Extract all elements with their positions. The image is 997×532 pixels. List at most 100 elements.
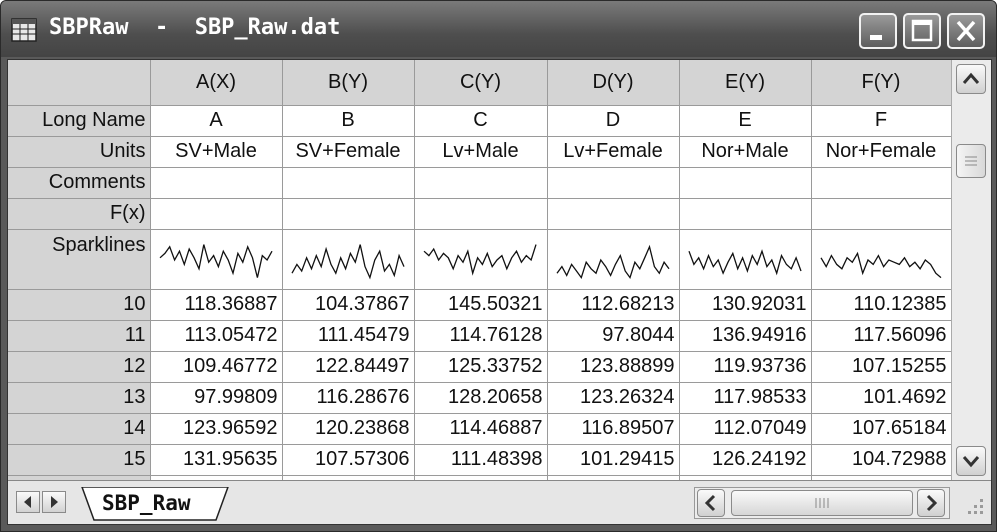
data-cell[interactable]: 122.84497 [282, 351, 415, 383]
formula-cell[interactable] [414, 198, 548, 230]
units-cell[interactable]: SV+Male [150, 136, 283, 168]
data-cell[interactable]: 120.23868 [282, 413, 415, 445]
horizontal-scroll-thumb[interactable] [731, 490, 913, 516]
column-header-e[interactable]: E(Y) [679, 60, 812, 106]
comments-cell[interactable] [679, 167, 812, 199]
data-cell[interactable]: 101.4692 [811, 382, 952, 414]
row-index-header[interactable]: 13 [8, 382, 151, 414]
sparkline-cell[interactable] [547, 229, 680, 290]
column-header-b[interactable]: B(Y) [282, 60, 415, 106]
row-label-units[interactable]: Units [8, 136, 151, 168]
comments-cell[interactable] [282, 167, 415, 199]
formula-cell[interactable] [679, 198, 812, 230]
data-cell[interactable]: 131.95635 [150, 444, 283, 476]
data-cell[interactable]: 114.46887 [414, 413, 548, 445]
data-cell[interactable]: 104.72988 [811, 444, 952, 476]
data-cell[interactable]: 119.93736 [679, 351, 812, 383]
units-cell[interactable]: Lv+Female [547, 136, 680, 168]
long-name-cell[interactable]: A [150, 105, 283, 137]
data-cell[interactable]: 116.28676 [282, 382, 415, 414]
data-cell[interactable]: 113.05472 [150, 320, 283, 352]
column-header-d[interactable]: D(Y) [547, 60, 680, 106]
units-cell[interactable]: SV+Female [282, 136, 415, 168]
data-cell[interactable]: 118.36887 [150, 289, 283, 321]
units-cell[interactable]: Nor+Female [811, 136, 952, 168]
title-bar[interactable]: SBPRaw - SBP_Raw.dat [1, 1, 996, 57]
data-cell[interactable]: 117.56096 [811, 320, 952, 352]
row-index-header[interactable]: 15 [8, 444, 151, 476]
data-cell[interactable]: 109.46772 [150, 351, 283, 383]
sparkline-cell[interactable] [282, 229, 415, 290]
row-label-comments[interactable]: Comments [8, 167, 151, 199]
next-sheet-button[interactable] [42, 491, 66, 513]
formula-cell[interactable] [547, 198, 680, 230]
sparkline-cell[interactable] [679, 229, 812, 290]
data-cell[interactable]: 123.96592 [150, 413, 283, 445]
row-index-header[interactable]: 11 [8, 320, 151, 352]
long-name-cell[interactable]: F [811, 105, 952, 137]
data-cell[interactable]: 112.68213 [547, 289, 680, 321]
formula-cell[interactable] [150, 198, 283, 230]
comments-cell[interactable] [150, 167, 283, 199]
units-cell[interactable]: Lv+Male [414, 136, 548, 168]
column-header-f[interactable]: F(Y) [811, 60, 952, 106]
data-cell[interactable]: 123.26324 [547, 382, 680, 414]
data-cell[interactable]: 117.98533 [679, 382, 812, 414]
scroll-left-button[interactable] [697, 489, 725, 517]
sheet-tab-sbp-raw[interactable]: SBP_Raw [80, 487, 240, 521]
vertical-scrollbar[interactable] [951, 60, 991, 480]
long-name-cell[interactable]: E [679, 105, 812, 137]
sparkline-cell[interactable] [811, 229, 952, 290]
long-name-cell[interactable]: C [414, 105, 548, 137]
data-cell[interactable]: 114.76128 [414, 320, 548, 352]
data-cell[interactable]: 126.24192 [679, 444, 812, 476]
scroll-right-button[interactable] [917, 489, 945, 517]
data-cell[interactable]: 112.07049 [679, 413, 812, 445]
data-cell[interactable]: 123.88899 [547, 351, 680, 383]
row-index-header[interactable]: 14 [8, 413, 151, 445]
data-cell[interactable]: 101.29415 [547, 444, 680, 476]
long-name-cell[interactable]: B [282, 105, 415, 137]
column-header-a[interactable]: A(X) [150, 60, 283, 106]
row-label-fx[interactable]: F(x) [8, 198, 151, 230]
units-cell[interactable]: Nor+Male [679, 136, 812, 168]
data-cell[interactable]: 107.65184 [811, 413, 952, 445]
formula-cell[interactable] [282, 198, 415, 230]
maximize-button[interactable] [903, 13, 941, 49]
data-cell[interactable]: 116.89507 [547, 413, 680, 445]
data-cell[interactable]: 107.57306 [282, 444, 415, 476]
sparkline-cell[interactable] [150, 229, 283, 290]
data-cell[interactable]: 136.94916 [679, 320, 812, 352]
comments-cell[interactable] [414, 167, 548, 199]
sparkline-cell[interactable] [414, 229, 548, 290]
data-cell[interactable]: 130.92031 [679, 289, 812, 321]
formula-cell[interactable] [811, 198, 952, 230]
data-cell[interactable]: 145.50321 [414, 289, 548, 321]
close-button[interactable] [947, 13, 985, 49]
previous-sheet-button[interactable] [16, 491, 40, 513]
minimize-button[interactable] [859, 13, 897, 49]
resize-grip-icon[interactable] [958, 489, 988, 519]
select-all-corner[interactable] [8, 60, 151, 106]
horizontal-scrollbar[interactable] [694, 487, 950, 519]
scroll-down-button[interactable] [956, 446, 986, 476]
column-header-c[interactable]: C(Y) [414, 60, 548, 106]
data-cell[interactable]: 111.45479 [282, 320, 415, 352]
row-label-long-name[interactable]: Long Name [8, 105, 151, 137]
data-cell[interactable]: 104.37867 [282, 289, 415, 321]
comments-cell[interactable] [811, 167, 952, 199]
row-label-sparklines[interactable]: Sparklines [8, 229, 151, 290]
data-cell[interactable]: 97.8044 [547, 320, 680, 352]
comments-cell[interactable] [547, 167, 680, 199]
data-cell[interactable]: 97.99809 [150, 382, 283, 414]
row-index-header[interactable]: 10 [8, 289, 151, 321]
data-cell[interactable]: 110.12385 [811, 289, 952, 321]
row-index-header[interactable]: 12 [8, 351, 151, 383]
vertical-scroll-thumb[interactable] [956, 144, 986, 178]
data-cell[interactable]: 107.15255 [811, 351, 952, 383]
data-cell[interactable]: 128.20658 [414, 382, 548, 414]
data-cell[interactable]: 111.48398 [414, 444, 548, 476]
data-cell[interactable]: 125.33752 [414, 351, 548, 383]
scroll-up-button[interactable] [956, 64, 986, 94]
long-name-cell[interactable]: D [547, 105, 680, 137]
